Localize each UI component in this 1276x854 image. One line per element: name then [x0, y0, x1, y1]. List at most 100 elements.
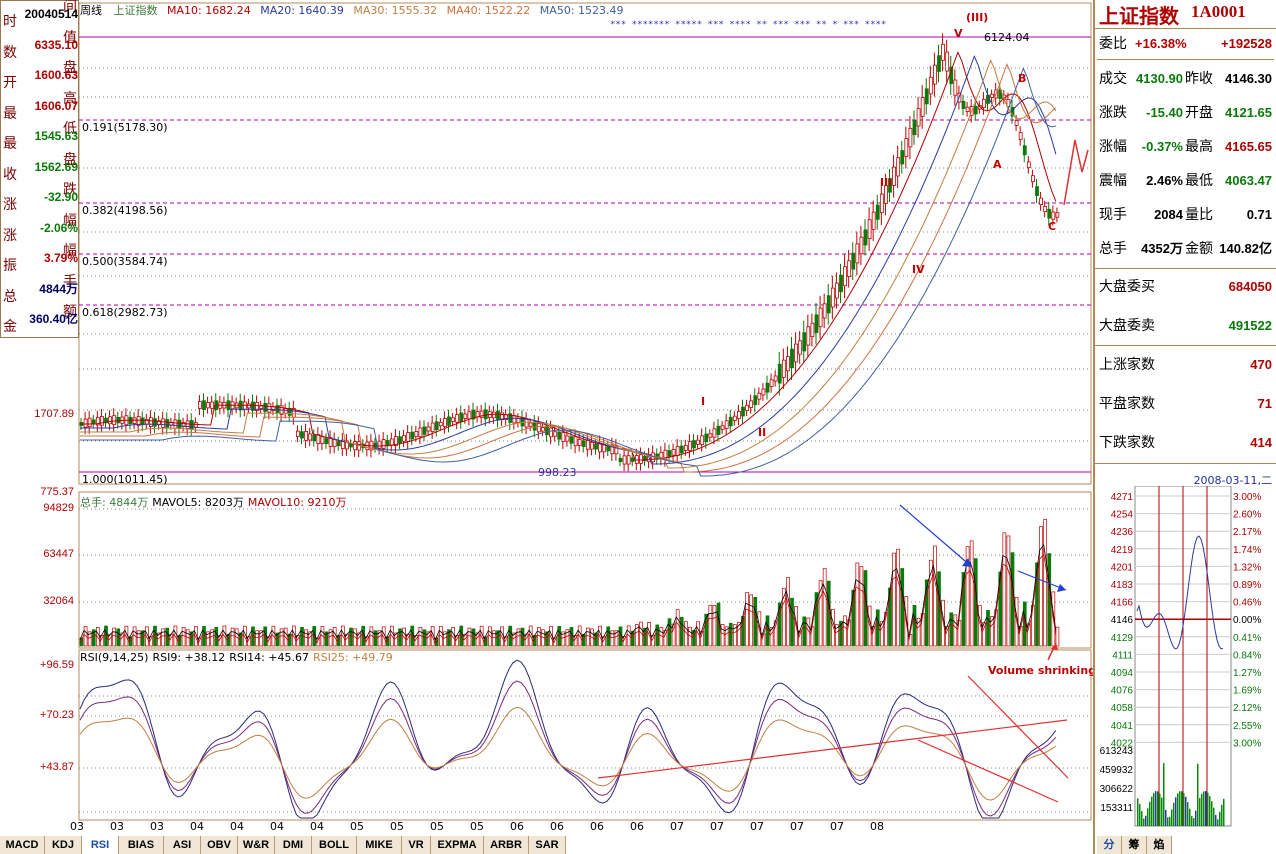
mini-pct-label: 0.89%: [1233, 580, 1261, 591]
tab-vr[interactable]: VR: [402, 836, 431, 854]
info-key: 最: [3, 136, 17, 152]
info-row: 涨跌 -32.90: [3, 182, 78, 213]
x-axis-tick: 04: [230, 820, 244, 833]
x-axis-tick: 06: [510, 820, 524, 833]
wave-i-label: I: [701, 395, 706, 408]
x-axis-tick: 07: [750, 820, 764, 833]
rsi-axis-label: +70.23: [40, 709, 74, 721]
mini-vol-label: 153311: [1100, 803, 1133, 814]
info-key: 振: [3, 258, 17, 274]
quote-row: 总手 4352万 金额 140.82亿: [1097, 234, 1274, 264]
info-row: 金额 360.40亿: [3, 304, 78, 335]
quote-value: 4063.47: [1225, 173, 1272, 188]
quote-label: 金额: [1185, 241, 1213, 257]
mini-pct-label: 0.46%: [1233, 598, 1261, 609]
x-axis-tick: 04: [310, 820, 324, 833]
intraday-mini-chart[interactable]: 4271 3.00% 4254 2.60% 4236 2.17% 4219 1.74% 4201…: [1095, 486, 1276, 836]
weibi-value: +16.38%: [1135, 36, 1187, 51]
quote-label: 开盘: [1185, 105, 1213, 121]
x-axis: 03 03 03 04 04 04 04 05 05 05 05 06 06 06 06 07 07 07 07 07…: [60, 820, 1090, 834]
x-axis-tick: 03: [110, 820, 124, 833]
mini-price-label: 4058: [1111, 703, 1134, 714]
x-axis-tick: 08: [870, 820, 884, 833]
ma-legend-item: MA40: 1522.22: [443, 4, 531, 17]
quote-value: 2084: [1154, 207, 1183, 222]
x-axis-tick: 05: [350, 820, 364, 833]
quote-label: 昨收: [1185, 71, 1213, 87]
mini-pct-label: 2.12%: [1233, 703, 1261, 714]
ma-legend-item: MA10: 1682.24: [167, 4, 251, 17]
up-count: 470: [1250, 357, 1272, 372]
quote-label: 成交: [1099, 71, 1127, 87]
panel-tab[interactable]: 分: [1097, 836, 1122, 854]
low-label: 998.23: [538, 466, 577, 479]
tab-sar[interactable]: SAR: [529, 836, 566, 854]
volume-legend: 总手: 4844万 MAVOL5: 8203万 MAVOL10: 9210万: [80, 494, 350, 510]
fib-label: 0.500(3584.74): [82, 255, 168, 268]
mini-pct-label: 2.55%: [1233, 721, 1261, 732]
x-axis-tick: 05: [470, 820, 484, 833]
ma-legend: 周线 上证指数 MA10: 1682.24 MA20: 1640.39 MA30…: [80, 2, 624, 18]
mini-pct-label: 3.00%: [1233, 738, 1261, 749]
tab-rsi[interactable]: RSI: [82, 836, 119, 854]
quote-value: -15.40: [1146, 105, 1183, 120]
info-key: 总: [3, 288, 17, 305]
quote-label: 量比: [1185, 207, 1213, 223]
tab-mike[interactable]: MIKE: [357, 836, 402, 854]
info-box: 时间 20040514 数值 6335.10 开盘 1600.63 最高 1606.07 最低 1…: [0, 0, 79, 338]
tab-w-r[interactable]: W&R: [238, 836, 275, 854]
volume-axis-label: 94829: [43, 502, 74, 514]
info-value: 1562.69: [34, 159, 78, 174]
wave-b-label: B: [1018, 72, 1027, 85]
info-row: 时间 20040514: [3, 0, 78, 30]
down-count: 414: [1250, 435, 1272, 450]
tab-asi[interactable]: ASI: [164, 836, 201, 854]
tab-macd[interactable]: MACD: [0, 836, 45, 854]
quote-value: 0.71: [1246, 207, 1272, 222]
mini-price-label: 4236: [1111, 527, 1134, 538]
quote-label: 最低: [1185, 173, 1213, 189]
tab-arbr[interactable]: ARBR: [484, 836, 529, 854]
sell-label: 大盘委卖: [1099, 318, 1155, 334]
mini-pct-label: 2.60%: [1233, 510, 1261, 521]
x-axis-tick: 03: [150, 820, 164, 833]
quote-row: 现手 2084 量比 0.71: [1097, 200, 1274, 230]
tab-kdj[interactable]: KDJ: [45, 836, 82, 854]
wave-iii-label: III: [880, 176, 893, 189]
info-key: 最: [3, 105, 17, 122]
mini-price-label: 4219: [1111, 545, 1134, 556]
tab-boll[interactable]: BOLL: [312, 836, 357, 854]
panel-tab[interactable]: 焰: [1147, 836, 1172, 854]
indicator-tabs: MACD KDJ RSI BIAS ASI OBV W&R DMI BOLL MIKE VR EXPM…: [0, 836, 580, 854]
panel-tab[interactable]: 筹: [1122, 836, 1147, 854]
tab-dmi[interactable]: DMI: [275, 836, 312, 854]
mini-price-label: 4201: [1111, 562, 1134, 573]
tab-obv[interactable]: OBV: [201, 836, 238, 854]
rsi-legend-item: RSI9: +38.12: [152, 651, 226, 664]
x-axis-tick: 07: [830, 820, 844, 833]
quote-value: -0.37%: [1141, 139, 1183, 154]
x-axis-tick: 07: [710, 820, 724, 833]
fib-label: 0.618(2982.73): [82, 306, 168, 319]
info-row: 最低 1545.63: [3, 121, 78, 152]
mini-pct-label: 1.32%: [1233, 562, 1261, 573]
rsi-legend-item: RSI25: +49.79: [313, 651, 393, 664]
quote-row: 涨幅 -0.37% 最高 4165.65: [1097, 132, 1274, 162]
info-value: -2.06%: [39, 220, 78, 235]
info-row: 数值 6335.10: [3, 30, 78, 61]
info-row: 总手 4844万: [3, 274, 78, 305]
rsi-axis-label: +96.59: [40, 659, 74, 671]
mini-price-label: 4041: [1111, 721, 1134, 732]
info-value: 20040514: [24, 7, 78, 21]
tab-expma[interactable]: EXPMA: [431, 836, 484, 854]
info-key: 数: [3, 44, 17, 61]
fib-label: 0.191(5178.30): [82, 121, 168, 134]
tab-bias[interactable]: BIAS: [119, 836, 164, 854]
ma-legend-item: MA30: 1555.32: [349, 4, 438, 17]
mini-vol-label: 613243: [1100, 746, 1134, 757]
quote-value: 4165.65: [1225, 139, 1272, 154]
mini-pct-label: 1.27%: [1233, 668, 1261, 679]
info-key: 收: [3, 166, 17, 183]
quote-title: 上证指数: [1099, 4, 1179, 28]
mini-pct-label: 1.69%: [1233, 686, 1261, 697]
